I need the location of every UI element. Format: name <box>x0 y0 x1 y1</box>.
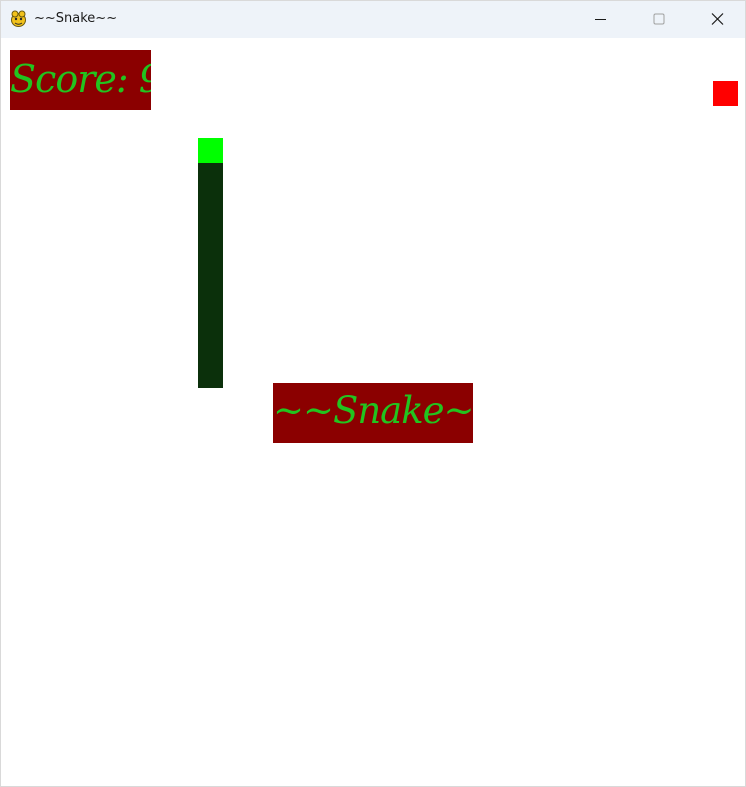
score-label: Score: 9 <box>10 50 151 110</box>
maximize-icon <box>653 13 665 25</box>
maximize-button[interactable] <box>630 1 688 38</box>
game-canvas[interactable]: Score: 9 ~~Snake~~ <box>1 38 745 786</box>
snake-head <box>198 138 223 163</box>
food-square <box>713 81 738 106</box>
title-bar[interactable]: ~~Snake~~ <box>1 1 745 38</box>
close-icon <box>711 13 724 25</box>
close-button[interactable] <box>688 1 745 38</box>
game-title-label: ~~Snake~~ <box>273 383 473 443</box>
window-title: ~~Snake~~ <box>34 11 118 26</box>
pygame-snake-icon <box>11 10 26 27</box>
minimize-button[interactable] <box>572 1 630 38</box>
snake-body <box>198 163 223 388</box>
snake-window: ~~Snake~~ Score: 9 ~~Snake~~ <box>0 0 746 787</box>
minimize-icon <box>595 19 606 20</box>
